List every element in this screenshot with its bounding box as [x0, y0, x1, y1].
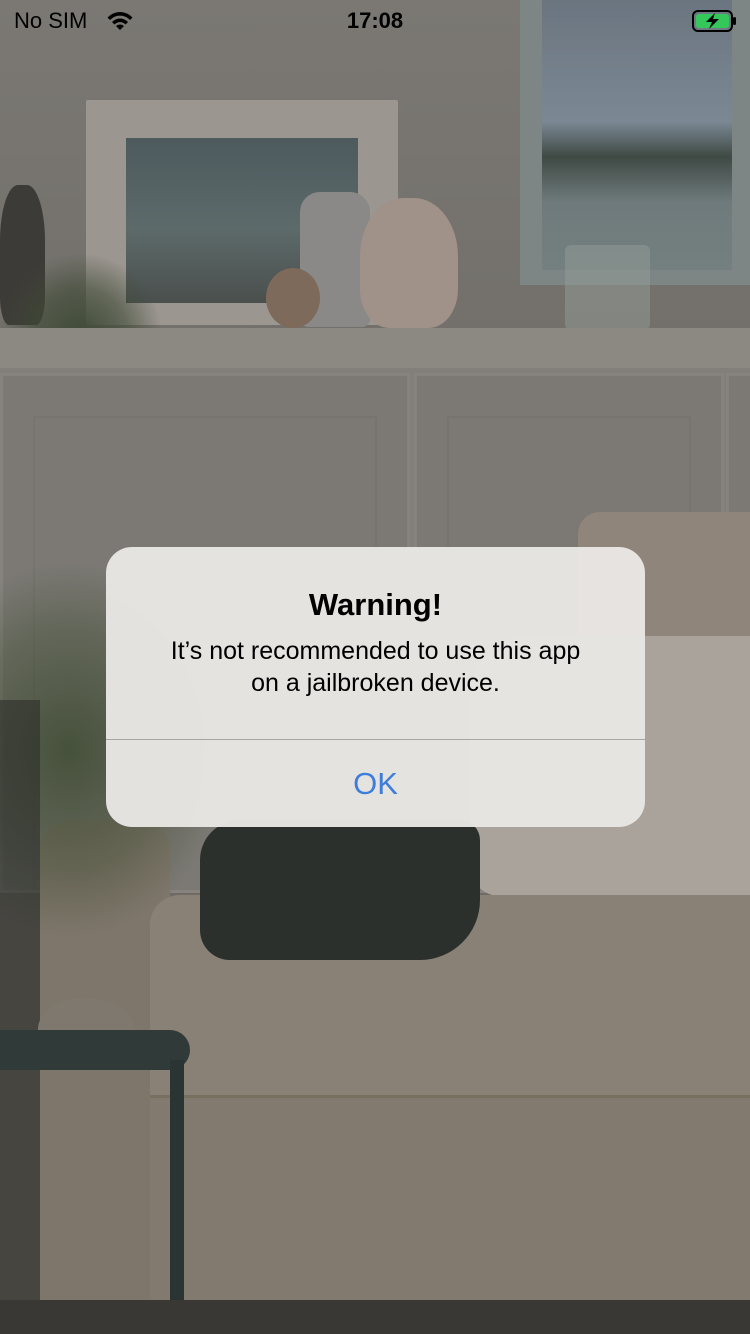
status-bar: No SIM 17:08 — [0, 0, 750, 40]
glass-jar — [565, 245, 650, 330]
sofa-base — [150, 1095, 750, 1328]
side-table — [0, 998, 190, 1334]
blanket — [200, 820, 480, 960]
alert-title: Warning! — [308, 587, 443, 622]
small-vase — [266, 268, 320, 328]
ok-button[interactable]: OK — [106, 740, 645, 827]
clock: 17:08 — [346, 8, 404, 33]
alert-message-line2: on a jailbroken device. — [251, 669, 500, 697]
framed-picture-right — [520, 0, 750, 285]
alert-message: It’s not recommended to use this app on … — [146, 635, 605, 699]
battery-charging-icon — [692, 10, 738, 32]
floor — [0, 1300, 750, 1334]
pink-vase — [360, 198, 458, 328]
warning-alert: Warning! It’s not recommended to use thi… — [106, 547, 645, 827]
alert-message-line1: It’s not recommended to use this app — [170, 637, 581, 665]
